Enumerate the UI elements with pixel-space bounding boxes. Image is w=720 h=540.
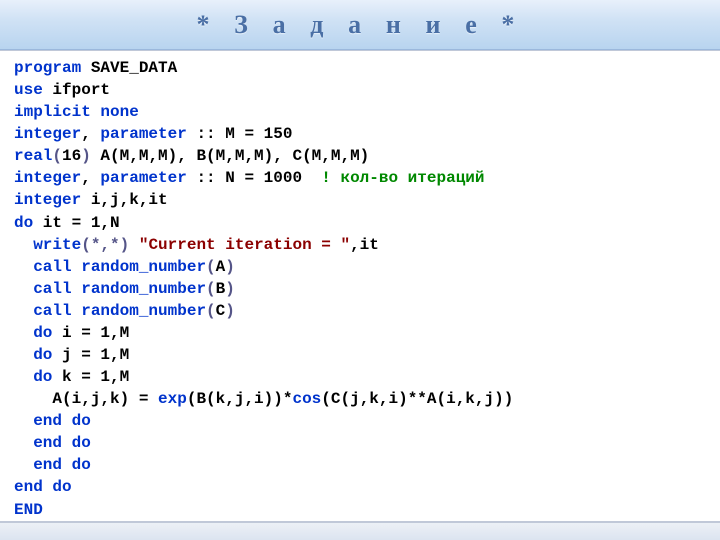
- code-text: [72, 258, 82, 276]
- slide-header: * З а д а н и е *: [0, 0, 720, 50]
- keyword: use: [14, 81, 43, 99]
- paren: ): [225, 302, 235, 320]
- code-text: :: N = 1000: [187, 169, 321, 187]
- keyword: program: [14, 59, 81, 77]
- indent: [14, 236, 33, 254]
- paren: (: [206, 280, 216, 298]
- code-text: (B(k,j,i))*: [187, 390, 293, 408]
- code-text: A(i,j,k) =: [52, 390, 158, 408]
- code-text: i = 1,M: [52, 324, 129, 342]
- keyword: parameter: [100, 169, 186, 187]
- indent: [14, 302, 33, 320]
- indent: [14, 390, 52, 408]
- code-text: i,j,k,it: [81, 191, 167, 209]
- code-text: ,: [81, 169, 100, 187]
- code-block: program SAVE_DATA use ifport implicit no…: [0, 50, 720, 522]
- indent: [14, 258, 33, 276]
- paren: ): [225, 258, 235, 276]
- code-text: [72, 302, 82, 320]
- code-text: ifport: [43, 81, 110, 99]
- slide-footer: [0, 522, 720, 540]
- code-text: SAVE_DATA: [81, 59, 177, 77]
- keyword: END: [14, 501, 43, 519]
- paren: (: [52, 147, 62, 165]
- string: "Current iteration = ": [139, 236, 350, 254]
- keyword: do: [33, 368, 52, 386]
- paren: ): [81, 147, 91, 165]
- code-text: j = 1,M: [52, 346, 129, 364]
- code-text: k = 1,M: [52, 368, 129, 386]
- paren: (: [206, 302, 216, 320]
- code-text: [129, 236, 139, 254]
- indent: [14, 456, 33, 474]
- keyword: call: [33, 280, 71, 298]
- slide-title: * З а д а н и е *: [196, 10, 523, 40]
- indent: [14, 324, 33, 342]
- function: exp: [158, 390, 187, 408]
- keyword: integer: [14, 125, 81, 143]
- keyword: integer: [14, 191, 81, 209]
- code-text: A: [216, 258, 226, 276]
- keyword: implicit none: [14, 103, 139, 121]
- keyword: end do: [33, 456, 91, 474]
- code-text: ,: [81, 125, 100, 143]
- code-text: [72, 280, 82, 298]
- comment: ! кол-во итераций: [321, 169, 484, 187]
- code-text: C: [216, 302, 226, 320]
- code-text: (C(j,k,i)**A(i,k,j)): [321, 390, 513, 408]
- code-text: ,it: [350, 236, 379, 254]
- keyword: end do: [33, 434, 91, 452]
- function: random_number: [81, 258, 206, 276]
- indent: [14, 368, 33, 386]
- code-text: B: [216, 280, 226, 298]
- indent: [14, 412, 33, 430]
- keyword: do: [33, 346, 52, 364]
- keyword: real: [14, 147, 52, 165]
- code-text: it = 1,N: [33, 214, 119, 232]
- keyword: integer: [14, 169, 81, 187]
- code-text: :: M = 150: [187, 125, 293, 143]
- function: random_number: [81, 302, 206, 320]
- code-text: A(M,M,M), B(M,M,M), C(M,M,M): [91, 147, 369, 165]
- keyword: write: [33, 236, 81, 254]
- paren: ): [225, 280, 235, 298]
- function: random_number: [81, 280, 206, 298]
- keyword: do: [33, 324, 52, 342]
- indent: [14, 280, 33, 298]
- keyword: do: [14, 214, 33, 232]
- code-text: 16: [62, 147, 81, 165]
- keyword: end do: [33, 412, 91, 430]
- keyword: call: [33, 258, 71, 276]
- keyword: parameter: [100, 125, 186, 143]
- keyword: call: [33, 302, 71, 320]
- indent: [14, 346, 33, 364]
- indent: [14, 434, 33, 452]
- keyword: end do: [14, 478, 72, 496]
- paren: (: [206, 258, 216, 276]
- function: cos: [292, 390, 321, 408]
- paren: (*,*): [81, 236, 129, 254]
